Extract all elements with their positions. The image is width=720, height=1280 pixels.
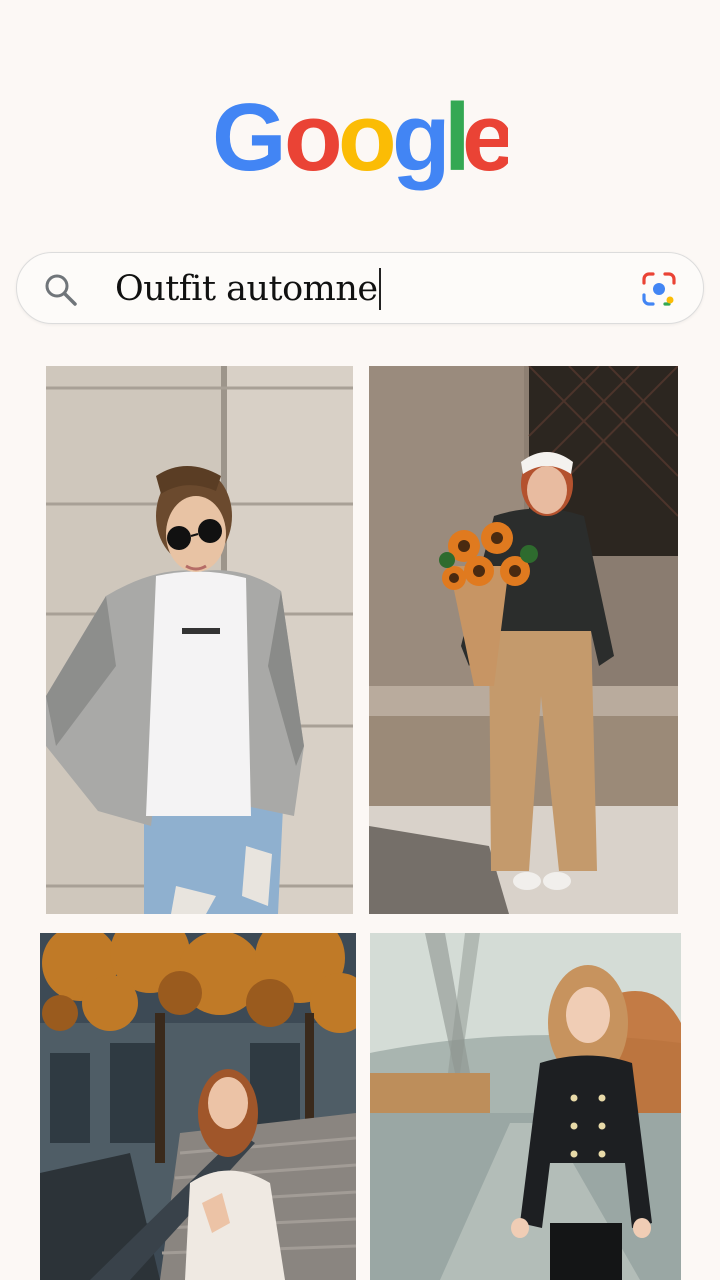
search-query: Outfit automne [115,269,378,309]
search-input[interactable]: Outfit automne [115,261,381,317]
outfit-photo-sunflowers[interactable] [369,366,678,914]
outfit-photo-denim-jacket[interactable] [46,366,353,914]
svg-text:G: G [212,92,287,191]
photo-image [46,366,353,914]
text-caret [378,268,381,310]
photo-image [369,366,678,914]
outfit-photo-black-coat[interactable] [370,933,681,1280]
outfit-photo-autumn-trees[interactable] [40,933,356,1280]
search-bar[interactable]: Outfit automne [16,252,704,324]
google-logo: G o o g l e [212,92,508,191]
photo-image [370,933,681,1280]
svg-text:e: e [462,92,508,191]
photo-image [40,933,356,1280]
search-icon[interactable] [43,272,79,308]
svg-text:o: o [284,92,343,191]
svg-text:g: g [392,92,451,191]
page: G o o g l e Outfit automne [0,0,720,1280]
google-lens-icon[interactable] [641,271,677,307]
svg-text:o: o [338,92,397,191]
